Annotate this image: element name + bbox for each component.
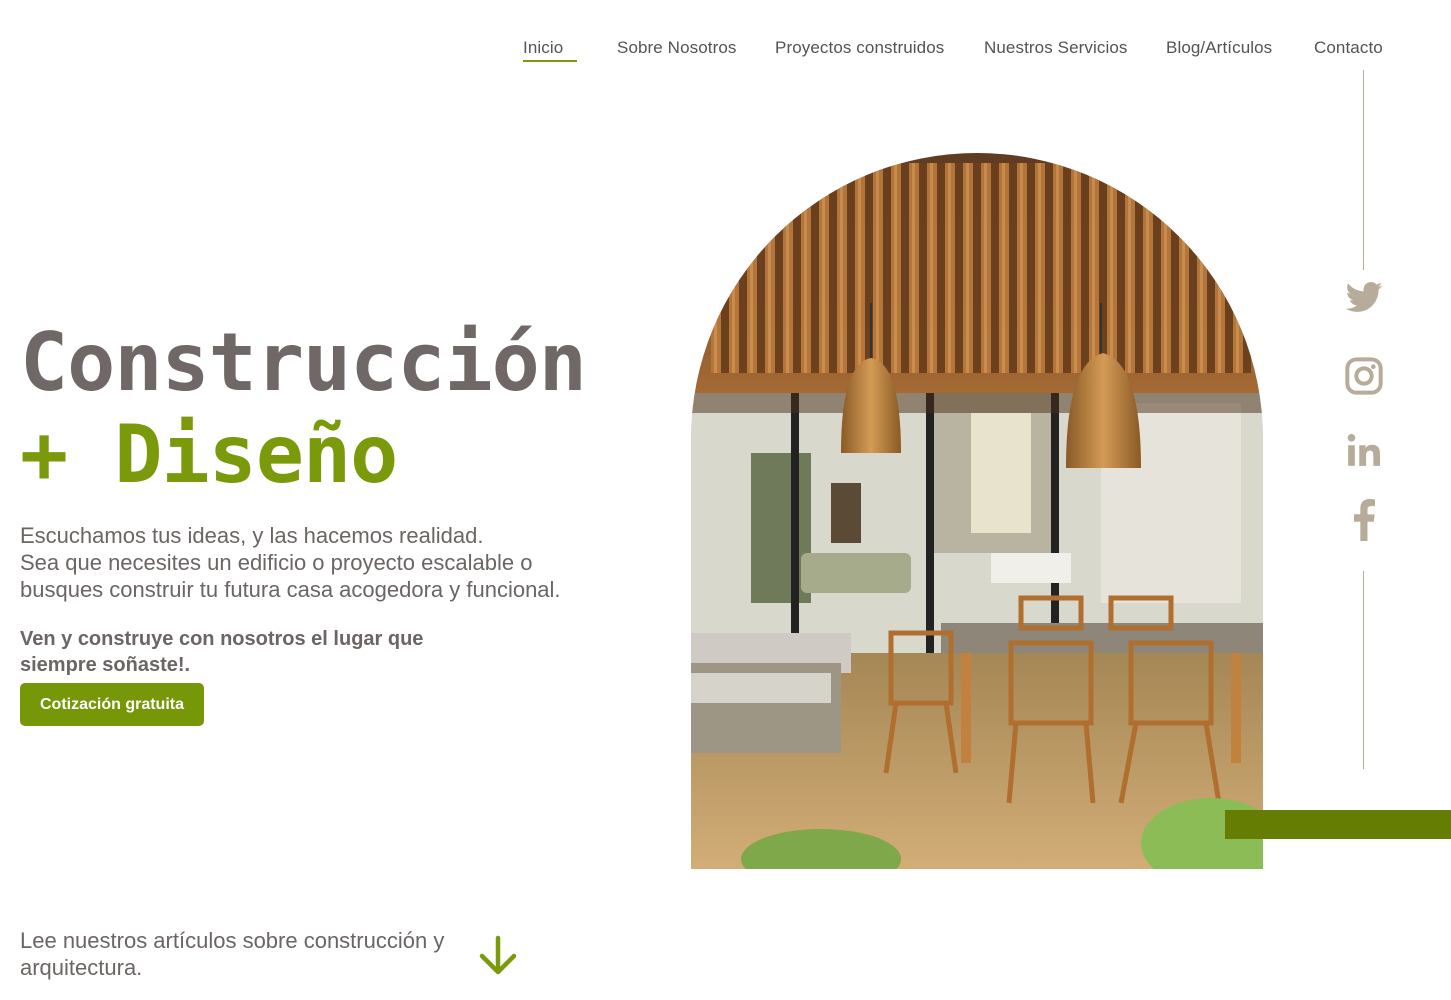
free-quote-button[interactable]: Cotización gratuita xyxy=(20,683,204,726)
main-nav: Inicio Sobre Nosotros Proyectos construi… xyxy=(0,38,1451,68)
hero-description-line: busques construir tu futura casa acogedo… xyxy=(20,577,561,602)
nav-link-proyectos[interactable]: Proyectos construidos xyxy=(775,38,944,58)
social-divider-top xyxy=(1363,70,1364,270)
nav-link-inicio[interactable]: Inicio xyxy=(523,38,578,62)
social-divider-bottom xyxy=(1363,571,1364,769)
hero-image xyxy=(691,153,1263,869)
facebook-icon[interactable] xyxy=(1340,496,1388,544)
hero-cta-text: Ven y construye con nosotros el lugar qu… xyxy=(20,628,424,676)
articles-teaser: Lee nuestros artículos sobre construcció… xyxy=(20,928,445,980)
twitter-icon[interactable] xyxy=(1340,274,1388,322)
nav-link-blog[interactable]: Blog/Artículos xyxy=(1166,38,1272,58)
nav-link-servicios[interactable]: Nuestros Servicios xyxy=(984,38,1128,58)
hero-description-line: Escuchamos tus ideas, y las hacemos real… xyxy=(20,523,484,548)
hero-description-line: Sea que necesites un edificio o proyecto… xyxy=(20,550,533,575)
hero-description: Escuchamos tus ideas, y las hacemos real… xyxy=(20,522,660,603)
instagram-icon[interactable] xyxy=(1340,352,1388,400)
hero-title-line2: + Diseño xyxy=(20,408,398,501)
hero-title-line1: Construcción xyxy=(20,316,587,409)
nav-link-sobre-nosotros[interactable]: Sobre Nosotros xyxy=(617,38,737,58)
linkedin-icon[interactable] xyxy=(1340,426,1388,474)
nav-link-contacto[interactable]: Contacto xyxy=(1314,38,1383,58)
accent-bar xyxy=(1225,810,1451,839)
arrow-down-icon[interactable] xyxy=(477,934,519,978)
